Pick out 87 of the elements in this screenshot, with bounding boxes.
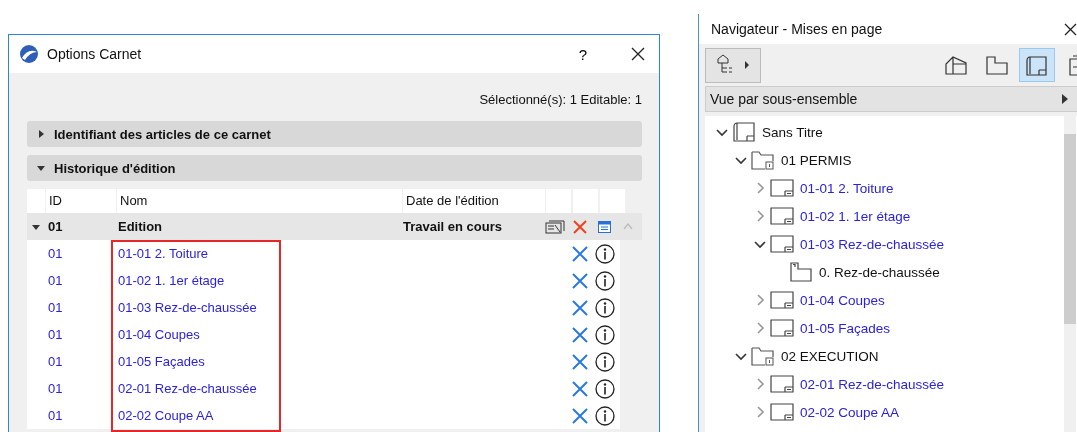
- layout-sheet-icon[interactable]: [1019, 48, 1055, 82]
- folder-icon: [751, 149, 775, 171]
- tree-item[interactable]: 01-04 Coupes: [800, 292, 885, 308]
- folder-icon: [751, 345, 775, 367]
- column-header: ID: [46, 189, 116, 213]
- table-cell: 01: [48, 219, 63, 234]
- expand-triangle-icon[interactable]: [37, 130, 45, 138]
- column-header: [600, 189, 625, 213]
- info-icon[interactable]: [594, 324, 615, 345]
- tree-item[interactable]: 02 EXECUTION: [781, 348, 879, 364]
- floor-plan-icon: [789, 261, 813, 283]
- layout-sheet-icon: [770, 291, 794, 309]
- layout-sheet-icon: [770, 403, 794, 421]
- table-cell: 01: [48, 327, 63, 342]
- table-cell: 01: [48, 354, 63, 369]
- table-cell: Edition: [118, 219, 163, 234]
- layout-sheet-icon: [770, 207, 794, 225]
- tree-item[interactable]: 01-01 2. Toiture: [800, 180, 894, 196]
- window-title: Options Carnet: [47, 46, 143, 62]
- column-header: Nom: [117, 189, 402, 213]
- list-window-icon[interactable]: [598, 220, 611, 233]
- expand-triangle-icon[interactable]: [32, 222, 40, 231]
- table-cell: Travail en cours: [403, 219, 502, 234]
- section-header[interactable]: Identifiant des articles de ce carnet: [27, 121, 642, 147]
- table-cell: 01-02 1. 1er étage: [118, 273, 225, 288]
- group-row[interactable]: 01 Edition Travail en cours: [27, 213, 642, 240]
- x-mark-icon[interactable]: [570, 298, 589, 317]
- section-header[interactable]: Historique d'édition: [27, 155, 642, 181]
- help-button[interactable]: ?: [578, 45, 587, 63]
- table-cell: 01: [48, 381, 63, 396]
- tree-item[interactable]: 02-01 Rez-de-chaussée: [800, 376, 945, 392]
- tree-item[interactable]: 02-02 Coupe AA: [800, 404, 900, 420]
- info-icon[interactable]: [594, 297, 615, 318]
- selection-status: Sélectionné(s): 1 Editable: 1: [478, 92, 642, 107]
- layout-sheet-icon: [770, 319, 794, 337]
- tree-menu-button[interactable]: [705, 47, 761, 83]
- table-cell: 01: [48, 300, 63, 315]
- x-mark-icon[interactable]: [570, 352, 589, 371]
- table-cell: 01-04 Coupes: [118, 327, 200, 342]
- info-icon[interactable]: [594, 270, 615, 291]
- dropdown-arrow-icon[interactable]: [1062, 94, 1068, 104]
- column-header: [573, 189, 598, 213]
- tree-item[interactable]: 01 PERMIS: [781, 152, 852, 168]
- x-mark-icon[interactable]: [570, 406, 589, 425]
- column-header: [27, 189, 45, 213]
- info-icon[interactable]: [594, 243, 615, 264]
- info-icon[interactable]: [594, 378, 615, 399]
- sheet-stack-icon[interactable]: [544, 219, 565, 234]
- tree-item[interactable]: 01-02 1. 1er étage: [800, 208, 911, 224]
- layout-book-icon: [732, 121, 756, 143]
- info-icon[interactable]: [594, 405, 615, 426]
- view-dropdown[interactable]: Vue par sous-ensemble: [705, 86, 1077, 112]
- column-header: [546, 189, 571, 213]
- tree-item[interactable]: Sans Titre: [762, 124, 823, 140]
- table-cell: 01: [48, 273, 63, 288]
- expand-triangle-icon[interactable]: [37, 164, 45, 172]
- x-mark-icon[interactable]: [570, 379, 589, 398]
- close-icon[interactable]: [1064, 22, 1077, 36]
- panel-title: Navigateur - Mises en page: [711, 21, 884, 37]
- table-cell: 02-02 Coupe AA: [118, 408, 214, 423]
- app-logo-icon: [19, 44, 39, 64]
- expand-chevron-icon[interactable]: [754, 238, 766, 250]
- tree-menu-icon: [715, 54, 751, 76]
- close-icon[interactable]: [631, 47, 645, 61]
- tree-item[interactable]: 01-03 Rez-de-chaussée: [800, 236, 945, 252]
- layout-sheet-icon: [770, 235, 794, 253]
- table-cell: 01-01 2. Toiture: [118, 246, 209, 261]
- tree-item[interactable]: 01-05 Façades: [800, 320, 891, 336]
- expand-chevron-icon[interactable]: [716, 126, 728, 138]
- expand-chevron-icon[interactable]: [735, 350, 747, 362]
- table-cell: 01: [48, 246, 63, 261]
- layout-sheet-icon: [770, 179, 794, 197]
- scroll-thumb[interactable]: [1064, 134, 1076, 324]
- column-header: Date de l'édition: [403, 189, 545, 213]
- table-cell: 01: [48, 408, 63, 423]
- table-cell: 01-03 Rez-de-chaussée: [118, 300, 257, 315]
- x-mark-icon[interactable]: [570, 325, 589, 344]
- table-cell: 01-05 Façades: [118, 354, 205, 369]
- x-mark-icon[interactable]: [571, 218, 588, 235]
- tree-item[interactable]: 0. Rez-de-chaussée: [819, 264, 940, 280]
- info-icon[interactable]: [594, 351, 615, 372]
- x-mark-icon[interactable]: [570, 271, 589, 290]
- expand-chevron-icon[interactable]: [735, 154, 747, 166]
- layout-sheet-icon: [770, 375, 794, 393]
- scrollbar[interactable]: [1064, 116, 1076, 432]
- table-cell: 02-01 Rez-de-chaussée: [118, 381, 257, 396]
- x-mark-icon[interactable]: [570, 244, 589, 263]
